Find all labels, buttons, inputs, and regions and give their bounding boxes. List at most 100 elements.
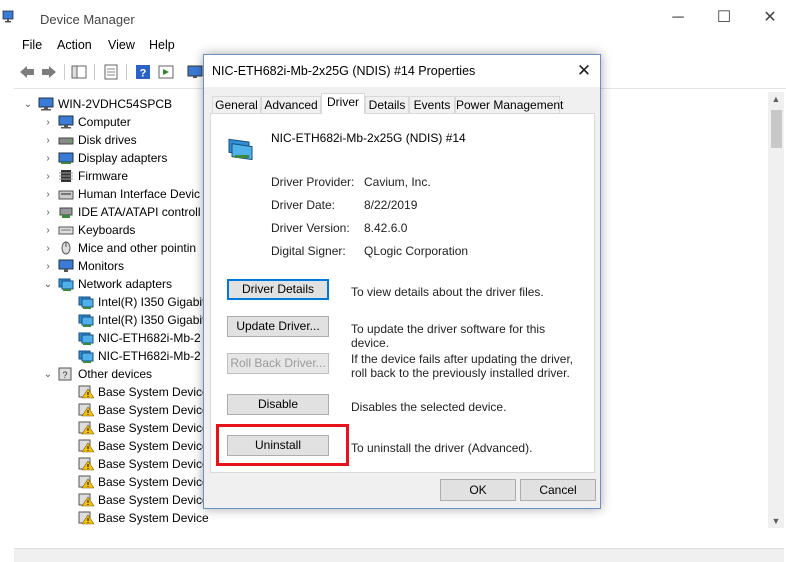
tree-category[interactable]: ⌄? Other devices [42,365,152,383]
network-adapter-icon [78,331,94,345]
tree-category[interactable]: › Firmware [42,167,128,185]
driver-details-description: To view details about the driver files. [351,285,544,299]
collapse-arrow-icon[interactable]: ⌄ [42,279,54,290]
tree-category[interactable]: › Keyboards [42,221,135,239]
expand-arrow-icon[interactable]: › [42,261,54,272]
computer-icon [58,115,74,129]
action-icon[interactable] [157,63,175,81]
tree-device[interactable]: Base System Device [62,473,209,491]
tree-category[interactable]: › IDE ATA/ATAPI controll [42,203,200,221]
tree-device[interactable]: Base System Device [62,491,209,509]
expand-arrow-icon[interactable]: › [42,243,54,254]
tab-details[interactable]: Details [365,96,409,113]
tab-driver[interactable]: Driver [321,93,365,114]
tree-category[interactable]: › Disk drives [42,131,136,149]
forward-arrow-icon[interactable] [40,63,58,81]
network-adapter-icon [78,349,94,363]
network-adapter-icon [78,313,94,327]
computer-icon [38,97,54,111]
warning-device-icon [78,511,95,525]
tree-category[interactable]: › Mice and other pointin [42,239,196,257]
tree-category[interactable]: ⌄ Network adapters [42,275,172,293]
driver-provider-value: Cavium, Inc. [364,175,431,189]
tree-item-label: Computer [78,115,131,129]
dialog-close-button[interactable]: ✕ [572,59,596,83]
tree-item-label: WIN-2VDHC54SPCB [58,97,173,111]
tree-category[interactable]: › Computer [42,113,131,131]
menu-help[interactable]: Help [149,38,175,52]
tree-device[interactable]: Base System Device [62,437,209,455]
tree-item-label: Base System Device [98,439,209,453]
tree-item-label: Base System Device [98,421,209,435]
tree-device[interactable]: Base System Device [62,509,209,527]
expand-arrow-icon[interactable]: › [42,171,54,182]
expand-arrow-icon[interactable]: › [42,135,54,146]
tree-category[interactable]: › Display adapters [42,149,167,167]
tab-advanced[interactable]: Advanced [261,96,321,113]
scroll-thumb[interactable] [771,110,782,148]
tree-root[interactable]: ⌄ WIN-2VDHC54SPCB [22,95,172,113]
tree-device[interactable]: Base System Device [62,401,209,419]
title-bar: Device Manager ─ ☐ ✕ [0,0,786,36]
collapse-arrow-icon[interactable]: ⌄ [22,99,34,110]
cancel-button[interactable]: Cancel [520,479,596,501]
vertical-scrollbar[interactable]: ▲ ▼ [768,92,784,528]
display-adapter-icon [58,151,74,165]
expand-arrow-icon[interactable]: › [42,153,54,164]
tree-device[interactable]: Intel(R) I350 Gigabit [62,293,205,311]
update-driver-button[interactable]: Update Driver... [227,316,329,337]
tree-device[interactable]: Base System Device [62,383,209,401]
show-hide-tree-icon[interactable] [70,63,88,81]
properties-icon[interactable] [102,63,120,81]
tree-device[interactable]: Base System Device [62,455,209,473]
tree-item-label: Human Interface Devic [78,187,201,201]
help-icon[interactable]: ? [134,63,152,81]
monitor-icon[interactable] [186,63,204,81]
tree-item-label: Other devices [78,367,153,381]
scroll-down-icon[interactable]: ▼ [768,514,784,528]
toolbar-separator [126,64,127,80]
ok-button[interactable]: OK [440,479,516,501]
back-arrow-icon[interactable] [18,63,36,81]
tree-device[interactable]: Base System Device [62,419,209,437]
warning-device-icon [78,385,95,399]
scroll-up-icon[interactable]: ▲ [768,92,784,106]
device-manager-icon [2,10,14,23]
collapse-arrow-icon[interactable]: ⌄ [42,369,54,380]
driver-details-button[interactable]: Driver Details [227,279,329,300]
dialog-title-bar: NIC-ETH682i-Mb-2x25G (NDIS) #14 Properti… [204,55,600,87]
mouse-icon [58,241,74,255]
tab-general[interactable]: General [212,96,261,113]
update-driver-description: To update the driver software for this d… [351,322,546,350]
firmware-icon [58,169,74,183]
maximize-button[interactable]: ☐ [709,8,739,28]
tree-device[interactable]: NIC-ETH682i-Mb-2 [62,347,201,365]
digital-signer-label: Digital Signer: [271,244,346,258]
expand-arrow-icon[interactable]: › [42,189,54,200]
network-adapter-icon [228,138,253,161]
dialog-title: NIC-ETH682i-Mb-2x25G (NDIS) #14 Properti… [212,64,476,78]
driver-version-label: Driver Version: [271,221,350,235]
roll-back-driver-button[interactable]: Roll Back Driver... [227,353,329,374]
tree-device[interactable]: Intel(R) I350 Gigabit [62,311,205,329]
tab-events[interactable]: Events [409,96,455,113]
tree-category[interactable]: › Human Interface Devic [42,185,200,203]
expand-arrow-icon[interactable]: › [42,207,54,218]
expand-arrow-icon[interactable]: › [42,117,54,128]
tree-category[interactable]: › Monitors [42,257,124,275]
expand-arrow-icon[interactable]: › [42,225,54,236]
disable-button[interactable]: Disable [227,394,329,415]
svg-text:?: ? [140,68,147,80]
close-button[interactable]: ✕ [755,8,785,28]
svg-text:?: ? [62,370,67,380]
warning-device-icon [78,439,95,453]
minimize-button[interactable]: ─ [663,8,693,28]
roll-back-driver-description: If the device fails after updating the d… [351,352,574,380]
disk-drive-icon [58,133,74,147]
tree-device[interactable]: NIC-ETH682i-Mb-2 [62,329,201,347]
menu-view[interactable]: View [108,38,135,52]
hid-icon [58,187,74,201]
menu-action[interactable]: Action [57,38,92,52]
tab-power-management[interactable]: Power Management [455,96,563,113]
menu-file[interactable]: File [22,38,42,52]
